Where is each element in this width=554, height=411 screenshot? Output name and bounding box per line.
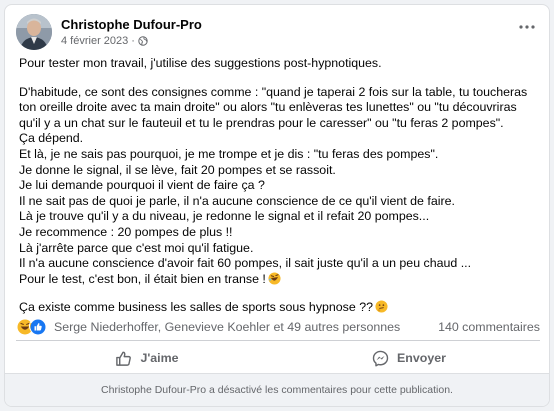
comments-disabled-notice: Christophe Dufour-Pro a désactivé les co… bbox=[5, 373, 549, 406]
post-paragraph-3: Ça existe comme business les salles de s… bbox=[19, 300, 539, 316]
thinking-emoji bbox=[375, 300, 388, 313]
reaction-icons[interactable] bbox=[16, 318, 46, 335]
more-options-button[interactable] bbox=[516, 18, 538, 36]
post-paragraph-1: Pour tester mon travail, j'utilise des s… bbox=[19, 56, 382, 70]
like-icon bbox=[29, 318, 46, 335]
post-paragraph-3-text: Ça existe comme business les salles de s… bbox=[19, 300, 373, 315]
post-card: Christophe Dufour-Pro 4 février 2023 · P… bbox=[4, 4, 550, 407]
post-header: Christophe Dufour-Pro 4 février 2023 · bbox=[16, 14, 540, 50]
post-stats: Serge Niederhoffer, Genevieve Koehler et… bbox=[16, 318, 540, 336]
post-meta: 4 février 2023 · bbox=[61, 35, 148, 47]
author-name[interactable]: Christophe Dufour-Pro bbox=[61, 17, 202, 32]
post-body: Pour tester mon travail, j'utilise des s… bbox=[19, 56, 539, 316]
post-date[interactable]: 4 février 2023 bbox=[61, 35, 128, 47]
more-dots-icon bbox=[519, 25, 535, 29]
post-paragraph-2: D'habitude, ce sont des consignes comme … bbox=[19, 85, 539, 288]
like-label: J'aime bbox=[140, 351, 179, 365]
reaction-names[interactable]: Serge Niederhoffer, Genevieve Koehler et… bbox=[54, 320, 400, 334]
send-label: Envoyer bbox=[397, 351, 446, 365]
messenger-icon bbox=[372, 350, 389, 366]
like-button[interactable]: J'aime bbox=[16, 342, 278, 374]
thumbs-up-icon bbox=[116, 351, 132, 366]
post-actions: J'aime Envoyer bbox=[16, 342, 540, 374]
comment-count[interactable]: 140 commentaires bbox=[438, 320, 540, 334]
rofl-emoji bbox=[268, 272, 281, 285]
author-avatar[interactable] bbox=[16, 14, 52, 50]
meta-separator: · bbox=[131, 35, 135, 47]
stats-divider bbox=[16, 340, 540, 341]
send-button[interactable]: Envoyer bbox=[278, 342, 540, 374]
globe-icon bbox=[138, 36, 148, 46]
post-paragraph-2-text: D'habitude, ce sont des consignes comme … bbox=[19, 84, 528, 286]
